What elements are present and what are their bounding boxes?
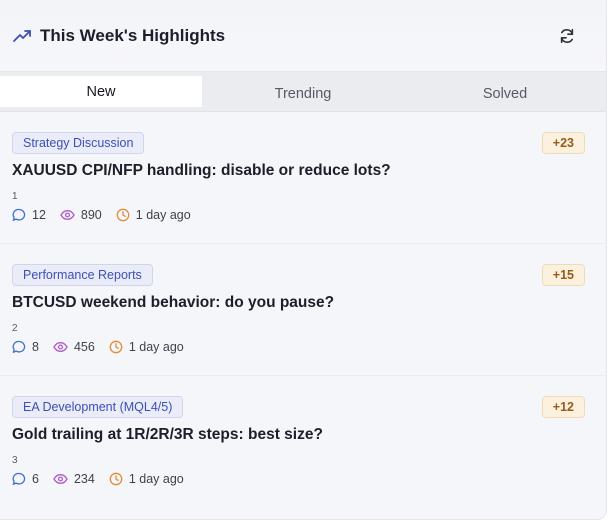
- comment-count-value: 6: [32, 472, 39, 486]
- rank-number: 2: [12, 323, 18, 334]
- rank-number: 3: [12, 455, 18, 466]
- score-badge: +12: [541, 396, 585, 418]
- clock-icon: [109, 340, 123, 354]
- tab-bar: New Trending Solved: [0, 72, 606, 112]
- category-tag[interactable]: Strategy Discussion: [12, 132, 145, 154]
- post-time: 1 day ago: [109, 472, 184, 486]
- comment-icon: [12, 472, 26, 485]
- post-meta: 12 890 1 day ago: [12, 208, 205, 222]
- view-count: 890: [60, 208, 102, 222]
- clock-icon: [109, 472, 123, 486]
- refresh-icon: [560, 28, 574, 43]
- comment-count-value: 8: [32, 340, 39, 354]
- trending-up-icon: [12, 26, 32, 46]
- refresh-button[interactable]: [550, 19, 584, 53]
- post-title[interactable]: Gold trailing at 1R/2R/3R steps: best si…: [12, 426, 323, 444]
- list-item[interactable]: Performance Reports +15 BTCUSD weekend b…: [0, 244, 606, 376]
- highlights-list: Strategy Discussion +23 XAUUSD CPI/NFP h…: [0, 112, 606, 508]
- post-time-value: 1 day ago: [135, 208, 191, 222]
- score-badge: +23: [541, 132, 585, 154]
- tab-trending[interactable]: Trending: [202, 76, 404, 111]
- clock-icon: [116, 208, 130, 222]
- list-item[interactable]: EA Development (MQL4/5) +12 Gold trailin…: [0, 376, 606, 508]
- post-time: 1 day ago: [109, 340, 184, 354]
- eye-icon: [53, 342, 68, 352]
- comment-icon: [12, 208, 26, 221]
- view-count: 456: [53, 340, 95, 354]
- category-tag[interactable]: EA Development (MQL4/5): [12, 396, 184, 418]
- tab-solved[interactable]: Solved: [404, 76, 606, 111]
- comment-count: 12: [12, 208, 46, 222]
- post-title[interactable]: XAUUSD CPI/NFP handling: disable or redu…: [12, 162, 391, 180]
- post-meta: 6 234 1 day ago: [12, 472, 198, 486]
- comment-count: 6: [12, 472, 39, 486]
- comment-count-value: 12: [32, 208, 46, 222]
- post-meta: 8 456 1 day ago: [12, 340, 198, 354]
- card-title: This Week's Highlights: [40, 25, 226, 45]
- view-count: 234: [53, 472, 95, 486]
- eye-icon: [53, 474, 68, 484]
- eye-icon: [60, 210, 75, 220]
- comment-count: 8: [12, 340, 39, 354]
- list-item[interactable]: Strategy Discussion +23 XAUUSD CPI/NFP h…: [0, 112, 606, 244]
- rank-number: 1: [12, 191, 18, 202]
- post-title[interactable]: BTCUSD weekend behavior: do you pause?: [12, 294, 334, 312]
- category-tag[interactable]: Performance Reports: [12, 264, 153, 286]
- view-count-value: 456: [73, 340, 95, 354]
- score-badge: +15: [541, 264, 585, 286]
- card-header: This Week's Highlights: [0, 0, 606, 72]
- view-count-value: 234: [73, 472, 95, 486]
- tab-new[interactable]: New: [0, 76, 202, 107]
- post-time-value: 1 day ago: [128, 472, 184, 486]
- post-time: 1 day ago: [116, 208, 191, 222]
- post-time-value: 1 day ago: [128, 340, 184, 354]
- comment-icon: [12, 340, 26, 353]
- highlights-card: This Week's Highlights New Trending Solv…: [0, 0, 607, 520]
- view-count-value: 890: [80, 208, 102, 222]
